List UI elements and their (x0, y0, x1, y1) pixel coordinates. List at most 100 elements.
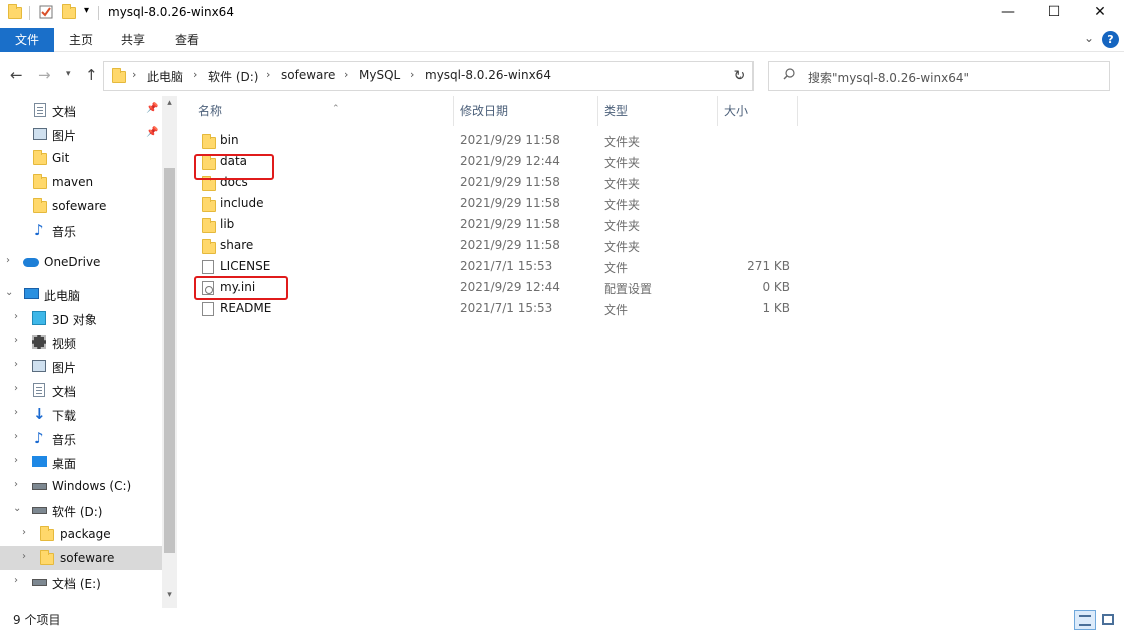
sidebar-item-videos[interactable]: › 视频 (0, 330, 162, 354)
recent-locations-icon[interactable]: ▾ (66, 69, 71, 79)
customize-quick-access-icon[interactable]: ▾ (84, 5, 89, 16)
breadcrumb-separator-icon[interactable]: › (344, 68, 348, 81)
large-icons-view-button[interactable] (1098, 610, 1120, 630)
minimize-button[interactable]: — (985, 0, 1031, 26)
music-icon: ♪ (34, 429, 44, 447)
table-row[interactable]: LICENSE 2021/7/1 15:53 文件 271 KB (192, 256, 992, 277)
sidebar-item-downloads[interactable]: › ↓ 下载 (0, 402, 162, 426)
expand-chevron-icon[interactable]: › (14, 575, 18, 586)
help-icon[interactable]: ? (1102, 31, 1119, 48)
breadcrumb-separator-icon[interactable]: › (132, 68, 136, 81)
expand-chevron-icon[interactable]: › (22, 527, 26, 538)
sidebar-item-drive-d[interactable]: ⌄ 软件 (D:) (0, 498, 162, 522)
sidebar-item-desktop[interactable]: › 桌面 (0, 450, 162, 474)
cell-size: 1 KB (762, 301, 790, 315)
forward-arrow-icon[interactable]: → (38, 66, 51, 84)
breadcrumb-this-pc[interactable]: 此电脑 (147, 68, 183, 85)
tab-view[interactable]: 查看 (162, 28, 212, 52)
sidebar-item-onedrive[interactable]: › OneDrive (0, 250, 162, 274)
sidebar-item-git[interactable]: Git (0, 146, 162, 170)
breadcrumb-mysql[interactable]: MySQL (359, 68, 400, 82)
search-icon (783, 68, 795, 80)
expand-chevron-icon[interactable]: › (14, 407, 18, 418)
breadcrumb-separator-icon[interactable]: › (266, 68, 270, 81)
expand-chevron-icon[interactable]: › (14, 383, 18, 394)
breadcrumb-sofeware[interactable]: sofeware (281, 68, 335, 82)
breadcrumb-separator-icon[interactable]: › (410, 68, 414, 81)
expand-chevron-icon[interactable]: › (22, 551, 26, 562)
expand-chevron-icon[interactable]: › (14, 479, 18, 490)
table-row[interactable]: data 2021/9/29 12:44 文件夹 (192, 151, 992, 172)
cell-date: 2021/9/29 12:44 (460, 280, 560, 294)
table-row[interactable]: my.ini 2021/9/29 12:44 配置设置 0 KB (192, 277, 992, 298)
breadcrumb-drive-d[interactable]: 软件 (D:) (208, 68, 258, 85)
table-row[interactable]: include 2021/9/29 11:58 文件夹 (192, 193, 992, 214)
sidebar-item-maven[interactable]: maven (0, 170, 162, 194)
sidebar-item-pictures-pinned[interactable]: 图片 📌 (0, 122, 162, 146)
sidebar-item-documents-pinned[interactable]: 文档 📌 (0, 98, 162, 122)
expand-chevron-icon[interactable]: › (14, 311, 18, 322)
sidebar-item-3d-objects[interactable]: › 3D 对象 (0, 306, 162, 330)
sidebar-item-label: 音乐 (52, 433, 77, 447)
scrollbar-thumb[interactable] (164, 168, 175, 553)
sidebar-item-label: 软件 (D:) (52, 505, 103, 519)
details-view-button[interactable] (1074, 610, 1096, 630)
expand-chevron-icon[interactable]: › (14, 335, 18, 346)
collapse-chevron-icon[interactable]: ⌄ (13, 503, 21, 514)
sidebar-item-sofeware-selected[interactable]: › sofeware (0, 546, 162, 570)
expand-chevron-icon[interactable]: › (14, 431, 18, 442)
cell-name: LICENSE (220, 259, 271, 273)
sidebar-item-label: 下载 (52, 409, 77, 423)
sidebar-item-music[interactable]: › ♪ 音乐 (0, 426, 162, 450)
sidebar-item-pictures[interactable]: › 图片 (0, 354, 162, 378)
table-row[interactable]: README 2021/7/1 15:53 文件 1 KB (192, 298, 992, 319)
sidebar-item-music-pinned[interactable]: ♪ 音乐 (0, 218, 162, 242)
highlight-box-my-ini (194, 276, 288, 300)
up-arrow-icon[interactable]: ↑ (85, 66, 98, 84)
tab-share[interactable]: 共享 (108, 28, 158, 52)
search-box[interactable]: 搜索"mysql-8.0.26-winx64" (768, 61, 1110, 91)
close-button[interactable]: ✕ (1077, 0, 1123, 26)
table-row[interactable]: docs 2021/9/29 11:58 文件夹 (192, 172, 992, 193)
divider (98, 6, 99, 20)
sidebar-scrollbar[interactable]: ▴ ▾ (162, 96, 177, 608)
sort-ascending-icon: ⌃ (332, 104, 340, 114)
back-arrow-icon[interactable]: ← (10, 66, 23, 84)
sidebar-item-drive-c[interactable]: › Windows (C:) (0, 474, 162, 498)
sidebar-item-documents[interactable]: › 文档 (0, 378, 162, 402)
column-header-date[interactable]: 修改日期 (454, 96, 598, 126)
expand-chevron-icon[interactable]: › (6, 255, 10, 266)
scroll-up-icon[interactable]: ▴ (164, 98, 175, 112)
column-header-size[interactable]: 大小 (718, 96, 798, 126)
expand-chevron-icon[interactable]: › (14, 455, 18, 466)
search-input[interactable]: 搜索"mysql-8.0.26-winx64" (808, 69, 969, 86)
file-icon (202, 260, 216, 274)
cell-type: 文件夹 (604, 177, 641, 191)
ribbon-expand-icon[interactable]: ⌄ (1084, 31, 1094, 45)
table-row[interactable]: share 2021/9/29 11:58 文件夹 (192, 235, 992, 256)
sidebar-item-sofeware[interactable]: sofeware (0, 194, 162, 218)
expand-chevron-icon[interactable]: › (14, 359, 18, 370)
pin-icon[interactable]: 📌 (146, 127, 158, 138)
scroll-down-icon[interactable]: ▾ (164, 590, 175, 604)
properties-icon[interactable] (39, 5, 53, 19)
tab-home[interactable]: 主页 (56, 28, 106, 52)
pin-icon[interactable]: 📌 (146, 103, 158, 114)
new-folder-icon[interactable] (62, 4, 76, 19)
tab-file[interactable]: 文件 (0, 28, 54, 52)
table-row[interactable]: bin 2021/9/29 11:58 文件夹 (192, 130, 992, 151)
sidebar-item-drive-e[interactable]: › 文档 (E:) (0, 570, 162, 594)
table-row[interactable]: lib 2021/9/29 11:58 文件夹 (192, 214, 992, 235)
address-bar[interactable]: › 此电脑 › 软件 (D:) › sofeware › MySQL › mys… (103, 61, 753, 91)
cell-name: include (220, 196, 264, 210)
column-header-type[interactable]: 类型 (598, 96, 718, 126)
breadcrumb-current-folder[interactable]: mysql-8.0.26-winx64 (425, 68, 551, 82)
refresh-icon[interactable]: ↻ (726, 61, 754, 91)
maximize-button[interactable]: ☐ (1031, 0, 1077, 26)
sidebar-item-package[interactable]: › package (0, 522, 162, 546)
column-header-name[interactable]: 名称 ⌃ (192, 96, 454, 126)
sidebar-item-this-pc[interactable]: ⌄ 此电脑 (0, 282, 162, 306)
navigation-pane: 文档 📌 图片 📌 Git maven sofeware ♪ 音乐 › OneD… (0, 96, 178, 608)
collapse-chevron-icon[interactable]: ⌄ (5, 287, 13, 298)
breadcrumb-separator-icon[interactable]: › (193, 68, 197, 81)
